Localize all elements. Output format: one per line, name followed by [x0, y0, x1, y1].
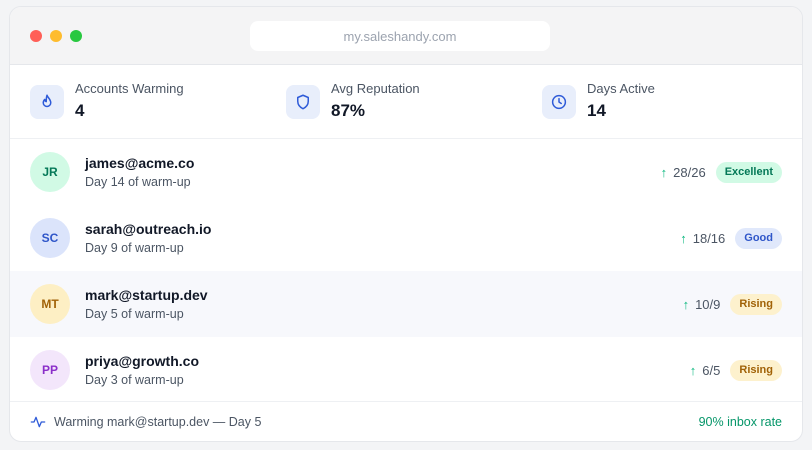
- status-badge: Rising: [730, 293, 782, 315]
- warmup-day: Day 5 of warm-up: [85, 307, 184, 321]
- avatar: JR: [30, 152, 70, 192]
- stat-label: Days Active: [587, 81, 655, 96]
- status-badge: Good: [735, 227, 782, 249]
- warmup-day: Day 9 of warm-up: [85, 241, 184, 255]
- warming-status: Warming mark@startup.dev — Day 5: [54, 414, 262, 429]
- arrow-up-icon: ↑: [682, 296, 690, 312]
- avatar: PP: [30, 350, 70, 390]
- stats-bar: Accounts Warming 4 Avg Reputation 87% Da…: [10, 65, 802, 139]
- stat-label: Accounts Warming: [75, 81, 184, 96]
- stat-avg-reputation: Avg Reputation 87%: [286, 81, 542, 122]
- warmup-day: Day 14 of warm-up: [85, 175, 191, 189]
- stat-value: 14: [587, 101, 606, 120]
- account-email: mark@startup.dev: [85, 287, 208, 303]
- shield-icon: [286, 84, 320, 119]
- stat-value: 87%: [331, 101, 366, 120]
- stat-days-active: Days Active 14: [542, 81, 798, 122]
- status-badge: Rising: [730, 359, 782, 381]
- warmup-metric: ↑ 10/9: [682, 296, 721, 312]
- stat-accounts-warming: Accounts Warming 4: [30, 81, 286, 122]
- flame-icon: [30, 84, 64, 119]
- address-bar[interactable]: my.saleshandy.com: [250, 21, 550, 51]
- avatar: MT: [30, 284, 70, 324]
- warmup-metric: ↑ 28/26: [660, 164, 706, 180]
- title-bar: my.saleshandy.com: [10, 7, 802, 65]
- account-email: james@acme.co: [85, 155, 195, 171]
- arrow-up-icon: ↑: [660, 164, 668, 180]
- minimize-window-button[interactable]: [50, 30, 62, 42]
- account-email: priya@growth.co: [85, 353, 199, 369]
- activity-icon: [30, 416, 46, 427]
- account-row[interactable]: MT mark@startup.dev Day 5 of warm-up ↑ 1…: [10, 271, 802, 337]
- account-list: JR james@acme.co Day 14 of warm-up ↑ 28/…: [10, 139, 802, 403]
- account-row[interactable]: JR james@acme.co Day 14 of warm-up ↑ 28/…: [10, 139, 802, 205]
- stat-value: 4: [75, 101, 85, 120]
- status-badge: Excellent: [715, 161, 782, 183]
- arrow-up-icon: ↑: [689, 362, 697, 378]
- warmup-day: Day 3 of warm-up: [85, 373, 184, 387]
- account-row[interactable]: PP priya@growth.co Day 3 of warm-up ↑ 6/…: [10, 337, 802, 403]
- clock-icon: [542, 84, 576, 119]
- maximize-window-button[interactable]: [70, 30, 82, 42]
- status-footer: Warming mark@startup.dev — Day 5 90% inb…: [10, 401, 802, 441]
- address-bar-url: my.saleshandy.com: [343, 28, 457, 44]
- account-row[interactable]: SC sarah@outreach.io Day 9 of warm-up ↑ …: [10, 205, 802, 271]
- inbox-rate: 90% inbox rate: [698, 414, 782, 429]
- arrow-up-icon: ↑: [680, 230, 687, 246]
- warmup-metric: ↑ 18/16: [680, 230, 726, 246]
- stat-label: Avg Reputation: [331, 81, 420, 96]
- account-email: sarah@outreach.io: [85, 221, 212, 237]
- avatar: SC: [30, 218, 70, 258]
- browser-window: my.saleshandy.com Accounts Warming 4 Avg…: [9, 6, 803, 442]
- close-window-button[interactable]: [30, 30, 42, 42]
- warmup-metric: ↑ 6/5: [689, 362, 721, 378]
